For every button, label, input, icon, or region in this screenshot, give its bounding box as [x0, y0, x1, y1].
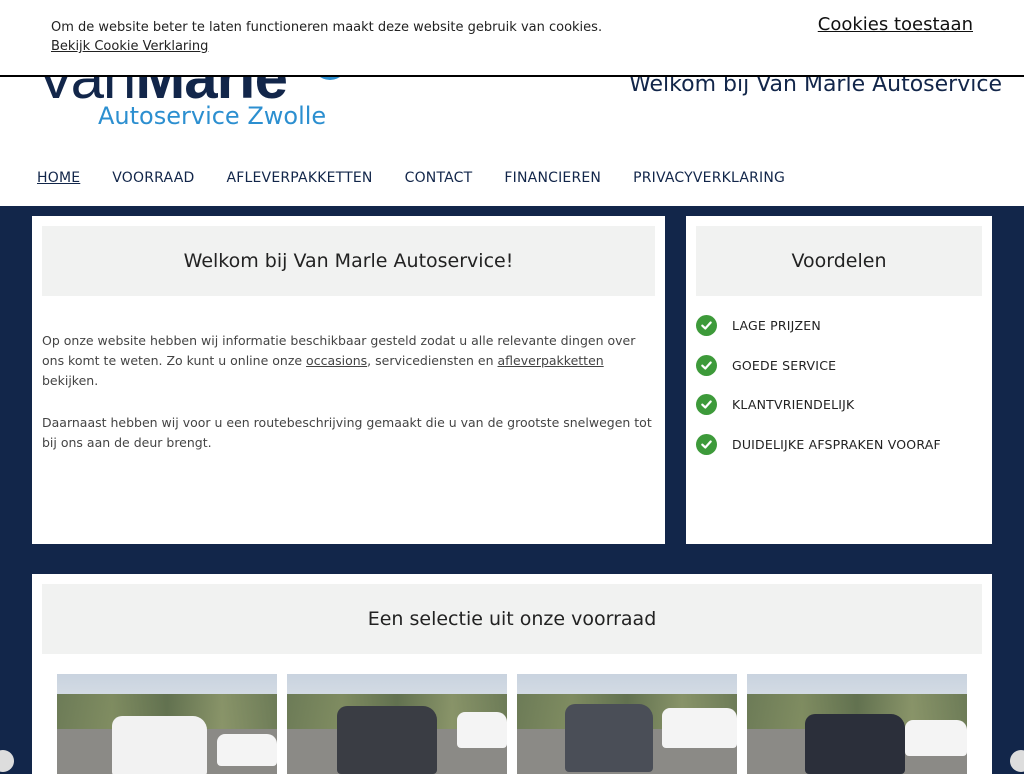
occasions-link[interactable]: occasions — [306, 353, 367, 368]
cookie-statement-link[interactable]: Bekijk Cookie Verklaring — [51, 39, 208, 54]
advantage-item: KLANTVRIENDELIJK — [696, 385, 982, 425]
advantage-label: GOEDE SERVICE — [732, 357, 837, 373]
intro-paragraph-2: Daarnaast hebben wij voor u een routebes… — [42, 415, 652, 450]
advantage-label: KLANTVRIENDELIJK — [732, 397, 855, 413]
carousel-prev-button[interactable] — [0, 750, 14, 772]
check-icon — [696, 315, 717, 337]
check-icon — [696, 433, 717, 455]
car-photo[interactable] — [57, 674, 277, 774]
advantage-item: DUIDELIJKE AFSPRAKEN VOORAF — [696, 425, 982, 465]
nav-home[interactable]: HOME — [37, 170, 80, 186]
intro-paragraph-1: Op onze website hebben wij informatie be… — [42, 333, 636, 388]
allow-cookies-button[interactable]: Cookies toestaan — [818, 14, 973, 35]
stock-carousel — [57, 674, 967, 774]
car-photo[interactable] — [747, 674, 967, 774]
advantages-title: Voordelen — [696, 226, 982, 296]
cookie-banner: Om de website beter te laten functionere… — [0, 0, 1024, 77]
advantages-panel: Voordelen LAGE PRIJZEN GOEDE SERVICE KLA… — [686, 216, 992, 544]
nav-privacyverklaring[interactable]: PRIVACYVERKLARING — [633, 170, 785, 186]
cookie-text: Om de website beter te laten functionere… — [51, 20, 603, 35]
main-nav: HOME VOORRAAD AFLEVERPAKKETTEN CONTACT F… — [37, 170, 817, 186]
intro-body: Op onze website hebben wij informatie be… — [42, 331, 655, 475]
advantage-label: DUIDELIJKE AFSPRAKEN VOORAF — [732, 436, 941, 452]
advantages-list: LAGE PRIJZEN GOEDE SERVICE KLANTVRIENDEL… — [696, 306, 982, 464]
car-photo[interactable] — [517, 674, 737, 774]
afleverpakketten-link[interactable]: afleverpakketten — [498, 353, 604, 368]
intro-title: Welkom bij Van Marle Autoservice! — [42, 226, 655, 296]
car-photo[interactable] — [287, 674, 507, 774]
carousel-next-button[interactable] — [1010, 750, 1024, 772]
logo-subtitle: Autoservice Zwolle — [98, 102, 327, 130]
nav-voorraad[interactable]: VOORRAAD — [112, 170, 194, 186]
nav-afleverpakketten[interactable]: AFLEVERPAKKETTEN — [226, 170, 372, 186]
nav-financieren[interactable]: FINANCIEREN — [504, 170, 601, 186]
advantage-label: LAGE PRIJZEN — [732, 318, 821, 334]
advantage-item: GOEDE SERVICE — [696, 346, 982, 386]
intro-panel: Welkom bij Van Marle Autoservice! Op onz… — [32, 216, 665, 544]
stock-title: Een selectie uit onze voorraad — [42, 584, 982, 654]
advantage-item: LAGE PRIJZEN — [696, 306, 982, 346]
nav-contact[interactable]: CONTACT — [405, 170, 473, 186]
check-icon — [696, 354, 717, 376]
check-icon — [696, 394, 717, 416]
stock-panel: Een selectie uit onze voorraad — [32, 574, 992, 774]
